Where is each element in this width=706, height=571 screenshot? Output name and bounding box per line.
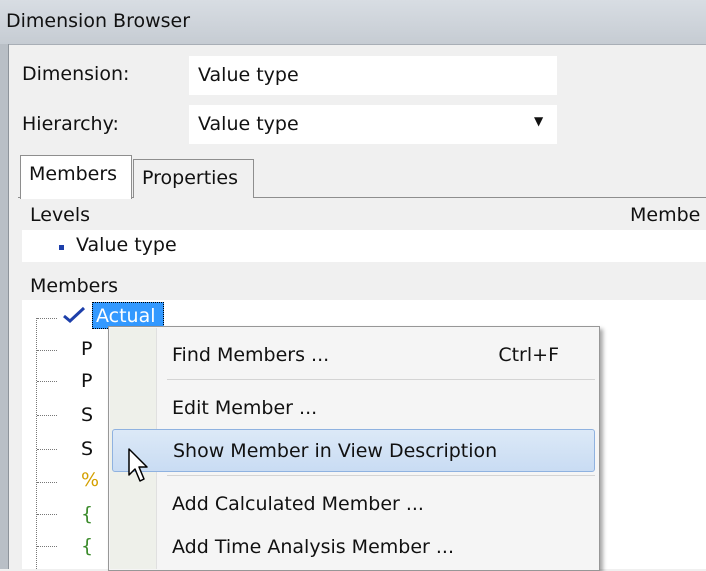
tab-properties[interactable]: Properties	[133, 159, 254, 198]
dimension-label: Dimension:	[22, 63, 130, 85]
tree-guide-line	[37, 318, 57, 319]
window-frame-left	[0, 44, 9, 569]
member-item[interactable]: P	[81, 338, 92, 360]
menu-item-label: Show Member in View Description	[173, 440, 498, 462]
levels-header: Levels	[30, 204, 91, 226]
mouse-cursor-icon	[128, 448, 148, 482]
menu-item-add-time-analysis-member[interactable]: Add Time Analysis Member ...	[110, 526, 597, 567]
tree-guide-line	[37, 350, 57, 351]
hierarchy-value: Value type	[198, 113, 299, 135]
dimension-field[interactable]: Value type	[189, 56, 557, 95]
chevron-down-icon[interactable]: ▼	[534, 114, 543, 128]
member-item[interactable]: {	[81, 535, 93, 557]
tree-guide-line	[37, 449, 57, 450]
member-item[interactable]: %	[81, 469, 99, 491]
member-item[interactable]: S	[81, 404, 93, 426]
tab-members[interactable]: Members	[20, 155, 132, 199]
context-menu: Find Members ... Ctrl+F Edit Member ... …	[108, 326, 600, 571]
tab-properties-label: Properties	[142, 167, 239, 189]
member-column-header: Membe	[630, 204, 701, 226]
menu-item-add-calculated-member[interactable]: Add Calculated Member ...	[110, 483, 597, 524]
hierarchy-dropdown[interactable]: Value type ▼	[189, 105, 557, 144]
menu-item-edit-member[interactable]: Edit Member ...	[110, 387, 597, 428]
tree-guide-line	[36, 318, 37, 569]
member-item[interactable]: S	[81, 438, 93, 460]
member-item-selected[interactable]: Actual	[92, 302, 164, 329]
menu-item-label: Edit Member ...	[172, 397, 318, 419]
menu-item-label: Find Members ...	[172, 344, 330, 366]
menu-separator	[167, 379, 595, 380]
level-item[interactable]: Value type	[76, 234, 177, 256]
checkmark-icon	[63, 306, 86, 323]
member-item[interactable]: P	[81, 370, 92, 392]
member-item-label: Actual	[96, 305, 156, 327]
menu-item-label: Add Time Analysis Member ...	[172, 536, 454, 558]
menu-separator	[167, 475, 595, 476]
menu-item-show-member-in-view-description[interactable]: Show Member in View Description	[112, 429, 595, 472]
dimension-value: Value type	[198, 64, 299, 86]
tree-guide-line	[37, 514, 57, 515]
menu-item-find-members[interactable]: Find Members ... Ctrl+F	[110, 334, 597, 375]
tree-guide-line	[37, 415, 57, 416]
tree-guide-line	[37, 546, 57, 547]
tree-guide-line	[37, 482, 57, 483]
window-title: Dimension Browser	[6, 10, 191, 32]
tree-guide-line	[37, 381, 57, 382]
member-item[interactable]: {	[81, 503, 93, 525]
title-bar: Dimension Browser	[0, 0, 706, 45]
menu-item-label: Add Calculated Member ...	[172, 493, 424, 515]
tab-members-label: Members	[29, 163, 118, 185]
bullet-icon	[59, 245, 64, 250]
members-header: Members	[30, 275, 119, 297]
levels-list[interactable]: Value type	[22, 230, 706, 262]
menu-item-shortcut: Ctrl+F	[498, 344, 559, 366]
hierarchy-label: Hierarchy:	[22, 113, 119, 135]
